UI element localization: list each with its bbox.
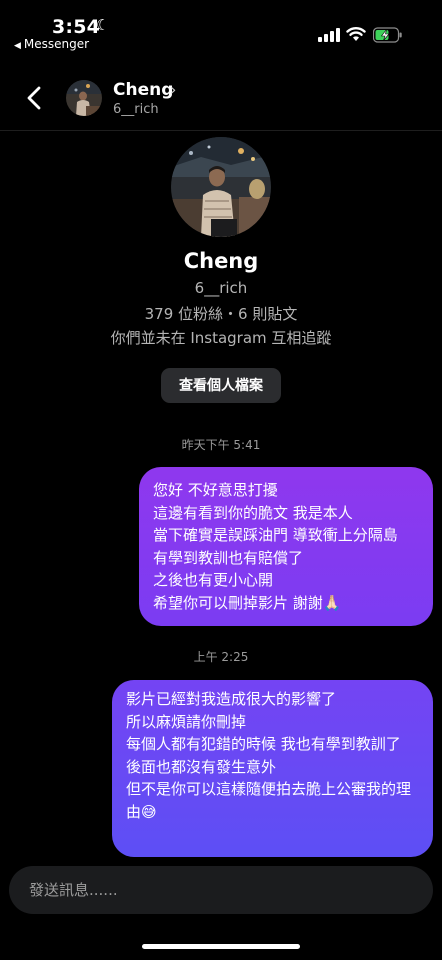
message-input[interactable] — [29, 866, 419, 914]
message-line: 這邊有看到你的脆文 我是本人 — [153, 503, 353, 522]
cellular-signal-icon — [318, 28, 340, 42]
message-line: 影片已經對我造成很大的影響了 — [126, 690, 337, 708]
profile-mutual-status: 你們並未在 Instagram 互相追蹤 — [110, 329, 332, 347]
status-bar: 3:54 ☾ ◀ Messenger — [0, 0, 442, 58]
sent-message-bubble[interactable]: 您好 不好意思打擾 這邊有看到你的脆文 我是本人 當下確實是誤踩油門 導致衝上分… — [139, 467, 433, 626]
header-avatar[interactable] — [66, 80, 102, 116]
back-chevron-icon[interactable] — [20, 80, 50, 116]
message-composer — [9, 866, 433, 914]
message-line: 所以麻煩請你刪掉 — [126, 712, 247, 731]
message-line: 之後也有更小心開 — [153, 571, 274, 590]
message-timestamp: 上午 2:25 — [193, 650, 249, 664]
back-app-label: Messenger — [23, 37, 90, 51]
message-timestamp: 昨天下午 5:41 — [181, 438, 261, 452]
chevron-right-icon[interactable]: › — [170, 80, 176, 99]
header-username: 6__rich — [113, 102, 159, 117]
header-divider — [0, 130, 442, 131]
back-triangle-icon: ◀ — [14, 41, 21, 51]
status-time: 3:54 — [52, 16, 101, 38]
message-line: 每個人都有犯錯的時候 我也有學到教訓了 — [126, 735, 401, 754]
profile-avatar[interactable] — [171, 137, 271, 237]
message-line: 後面也都沒有發生意外 — [126, 757, 277, 776]
message-line: 但不是你可以這樣隨便拍去脆上公審我的理由😅 — [126, 780, 412, 821]
back-to-app-link[interactable]: ◀ Messenger — [14, 37, 89, 51]
message-line: 有學到教訓也有賠償了 — [153, 548, 304, 567]
home-indicator[interactable] — [142, 944, 300, 949]
message-line: 當下確實是誤踩油門 導致衝上分隔島 — [153, 526, 398, 545]
view-profile-button[interactable]: 查看個人檔案 — [161, 368, 281, 403]
moon-icon: ☾ — [96, 16, 110, 34]
battery-charging-icon — [373, 27, 402, 43]
wifi-icon — [346, 27, 366, 41]
sent-message-bubble[interactable]: 影片已經對我造成很大的影響了 所以麻煩請你刪掉 每個人都有犯錯的時候 我也有學到… — [112, 680, 433, 857]
chat-header: Cheng › 6__rich — [0, 60, 442, 130]
header-name[interactable]: Cheng — [113, 80, 173, 100]
message-line: 您好 不好意思打擾 — [153, 481, 278, 499]
profile-name: Cheng — [183, 249, 259, 273]
message-line: 希望你可以刪掉影片 謝謝🙏🏻 — [153, 593, 342, 612]
profile-username: 6__rich — [194, 279, 248, 297]
profile-stats: 379 位粉絲・6 則貼文 — [144, 305, 298, 323]
